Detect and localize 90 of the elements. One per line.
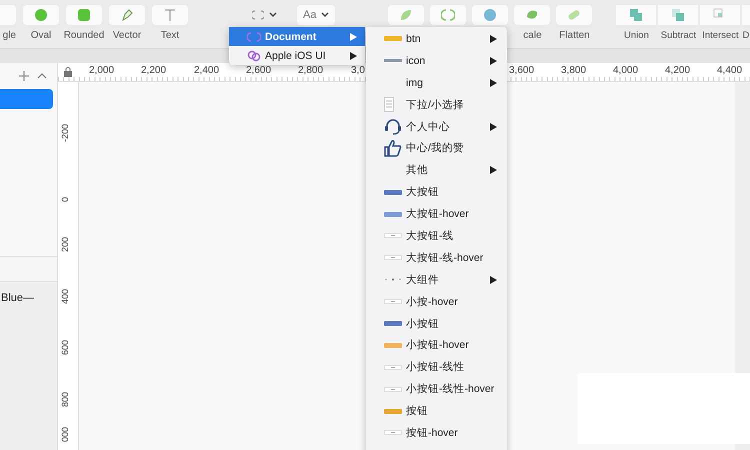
menu-item[interactable]: img	[366, 72, 507, 94]
menu-item[interactable]: 小按钮-hover	[366, 334, 507, 356]
vector-tool-button[interactable]	[109, 5, 145, 25]
rounded-square-icon	[77, 8, 91, 22]
menu-item[interactable]: icon	[366, 50, 507, 72]
menu-item[interactable]: 大按钮-线	[366, 225, 507, 247]
text-tool-button[interactable]	[152, 5, 188, 25]
ruler-label: 4,400	[717, 65, 742, 76]
link-icon	[247, 48, 261, 62]
ruler-label: 200	[60, 236, 70, 252]
rounded-tool-button[interactable]	[66, 5, 102, 25]
menu-item[interactable]: 按钮-hover	[366, 422, 507, 444]
ruler-label: 2,000	[89, 65, 114, 76]
document-icon	[384, 97, 394, 112]
tool-label: gle	[2, 30, 16, 41]
menu-item[interactable]: 个人中心	[366, 116, 507, 138]
menu-item[interactable]: Document	[229, 27, 365, 46]
ruler-label: 4,000	[613, 65, 638, 76]
subtract-button[interactable]	[658, 5, 698, 25]
ruler-label: 2,200	[141, 65, 166, 76]
button-thumbnail-icon	[384, 386, 402, 392]
ruler-label: 000	[60, 426, 70, 442]
tool-label: Rounded	[64, 30, 104, 41]
tool-label: D	[742, 30, 750, 41]
tool-label: Vector	[112, 30, 142, 41]
menu-item[interactable]: 其他	[366, 159, 507, 182]
menu-item[interactable]: 小按钮-线性-hover	[366, 378, 507, 400]
ruler-label: 2,400	[194, 65, 220, 76]
tool-label: Flatten	[559, 30, 590, 41]
ruler-label: 600	[60, 340, 70, 355]
ruler-label: 3,0	[351, 65, 365, 76]
text-cursor-icon	[163, 8, 177, 22]
thumbs-up-icon	[384, 139, 402, 158]
caret-icon	[321, 12, 330, 18]
add-icon[interactable]	[19, 71, 29, 81]
ruler-label: 2,800	[298, 65, 324, 76]
menu-item[interactable]: 大按钮-hover	[366, 203, 507, 226]
ruler-label: 0	[60, 196, 70, 202]
menu-item[interactable]: 小按-hover	[366, 290, 507, 313]
menu-item[interactable]: 小按钮-线性	[366, 356, 507, 378]
menu-item[interactable]: 大组件	[366, 268, 507, 291]
menu-item[interactable]: 大按钮-线-hover	[366, 246, 507, 269]
union-icon	[629, 8, 644, 22]
line-icon	[384, 59, 402, 62]
ruler-label: 3,600	[509, 65, 534, 76]
leaf-tool-button[interactable]	[388, 5, 424, 25]
menu-item[interactable]: 下拉/小选择	[366, 94, 507, 116]
ruler-label: 4,200	[665, 65, 690, 76]
circle-icon	[483, 8, 498, 22]
tool-label: Subtract	[660, 30, 696, 41]
pill-tool-button[interactable]	[556, 5, 592, 25]
rotate-tool-button[interactable]	[430, 5, 466, 25]
button-thumbnail-icon	[384, 299, 402, 304]
ruler-label: 2,600	[246, 65, 272, 76]
ruler-label: 3,800	[561, 65, 586, 76]
collapse-icon[interactable]	[37, 73, 47, 79]
union-button[interactable]	[616, 5, 656, 25]
circle-icon	[34, 8, 48, 22]
intersect-button[interactable]	[700, 5, 740, 25]
ruler-label: 800	[60, 392, 70, 407]
lock-icon[interactable]	[64, 67, 72, 77]
tool-label: Text	[160, 30, 180, 41]
ruler-label: 400	[60, 288, 70, 304]
button-thumbnail-icon	[384, 364, 402, 370]
menu-item[interactable]: btn	[366, 28, 507, 50]
globe-tool-button[interactable]	[472, 5, 508, 25]
caret-icon	[269, 12, 277, 18]
subtract-icon	[671, 8, 686, 22]
headset-icon	[384, 118, 402, 135]
button-thumbnail-icon	[384, 233, 402, 238]
tool-label: Union	[624, 30, 649, 41]
symbol-icon	[252, 9, 264, 21]
tool-label: cale	[523, 30, 542, 41]
blob-tool-button[interactable]	[514, 5, 550, 25]
leaf-icon	[399, 8, 414, 22]
tool-label: Oval	[30, 30, 52, 41]
menu-item[interactable]: 中心/我的赞	[366, 137, 507, 160]
layer-label: Blue—	[1, 292, 34, 304]
pen-icon	[120, 8, 134, 22]
button-thumbnail-icon	[384, 255, 402, 260]
button-thumbnail-icon	[384, 430, 402, 436]
oval-tool-button[interactable]	[23, 5, 59, 25]
menu-item[interactable]: 大按钮	[366, 181, 507, 204]
menu-item[interactable]: 按钮	[366, 400, 507, 422]
symbol-icon	[247, 30, 261, 44]
ruler-label: -200	[60, 124, 70, 142]
menu-item[interactable]: 小按钮	[366, 312, 507, 334]
tool-label: Intersect	[702, 30, 739, 41]
text-style-dropdown[interactable]: Aa	[297, 5, 336, 25]
rotate-icon	[441, 8, 456, 22]
